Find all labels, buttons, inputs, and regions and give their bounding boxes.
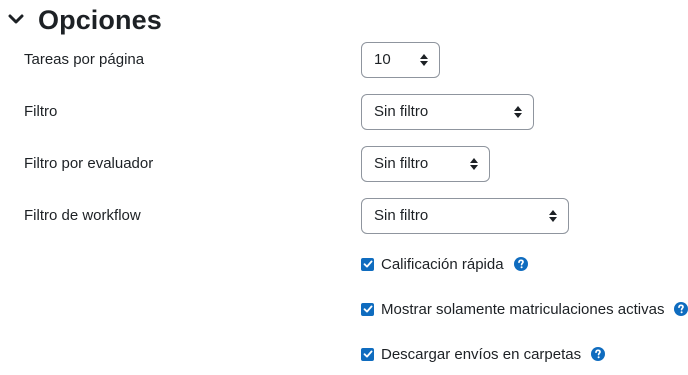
workflow-filter-value: Sin filtro [374,207,429,224]
select-arrows-icon [470,158,478,170]
filter-label: Filtro [24,103,58,120]
quick-grading-row: Calificación rápida [361,254,528,274]
download-folders-checkbox[interactable] [361,347,374,361]
question-circle-icon[interactable] [591,347,606,361]
download-folders-row: Descargar envíos en carpetas [361,344,606,364]
marker-filter-value: Sin filtro [374,155,429,172]
quick-grading-checkbox[interactable] [361,257,374,271]
active-only-label[interactable]: Mostrar solamente matriculaciones activa… [381,301,664,318]
per-page-select[interactable]: 10 [361,42,440,78]
active-only-checkbox[interactable] [361,302,374,316]
question-circle-icon[interactable] [513,257,528,271]
marker-filter-select[interactable]: Sin filtro [361,146,490,182]
select-arrows-icon [514,106,522,118]
per-page-row: Tareas por página 10 [0,42,688,78]
checkmark-icon [363,305,372,313]
marker-filter-row: Filtro por evaluador Sin filtro [0,146,688,182]
download-folders-label[interactable]: Descargar envíos en carpetas [381,346,581,363]
quick-grading-label[interactable]: Calificación rápida [381,256,504,273]
filter-select[interactable]: Sin filtro [361,94,534,130]
select-arrows-icon [420,54,428,66]
per-page-value: 10 [374,51,391,68]
workflow-filter-row: Filtro de workflow Sin filtro [0,198,688,234]
filter-row: Filtro Sin filtro [0,94,688,130]
section-title: Opciones [38,4,162,35]
checkmark-icon [363,260,372,268]
workflow-filter-label: Filtro de workflow [24,207,141,224]
select-arrows-icon [549,210,557,222]
chevron-down-icon [6,10,26,30]
marker-filter-label: Filtro por evaluador [24,155,154,172]
question-circle-icon[interactable] [674,302,688,316]
workflow-filter-select[interactable]: Sin filtro [361,198,569,234]
checkmark-icon [363,350,372,358]
options-section-toggle[interactable]: Opciones [6,2,162,38]
per-page-label: Tareas por página [24,51,145,68]
active-only-row: Mostrar solamente matriculaciones activa… [361,299,688,319]
filter-value: Sin filtro [374,103,429,120]
